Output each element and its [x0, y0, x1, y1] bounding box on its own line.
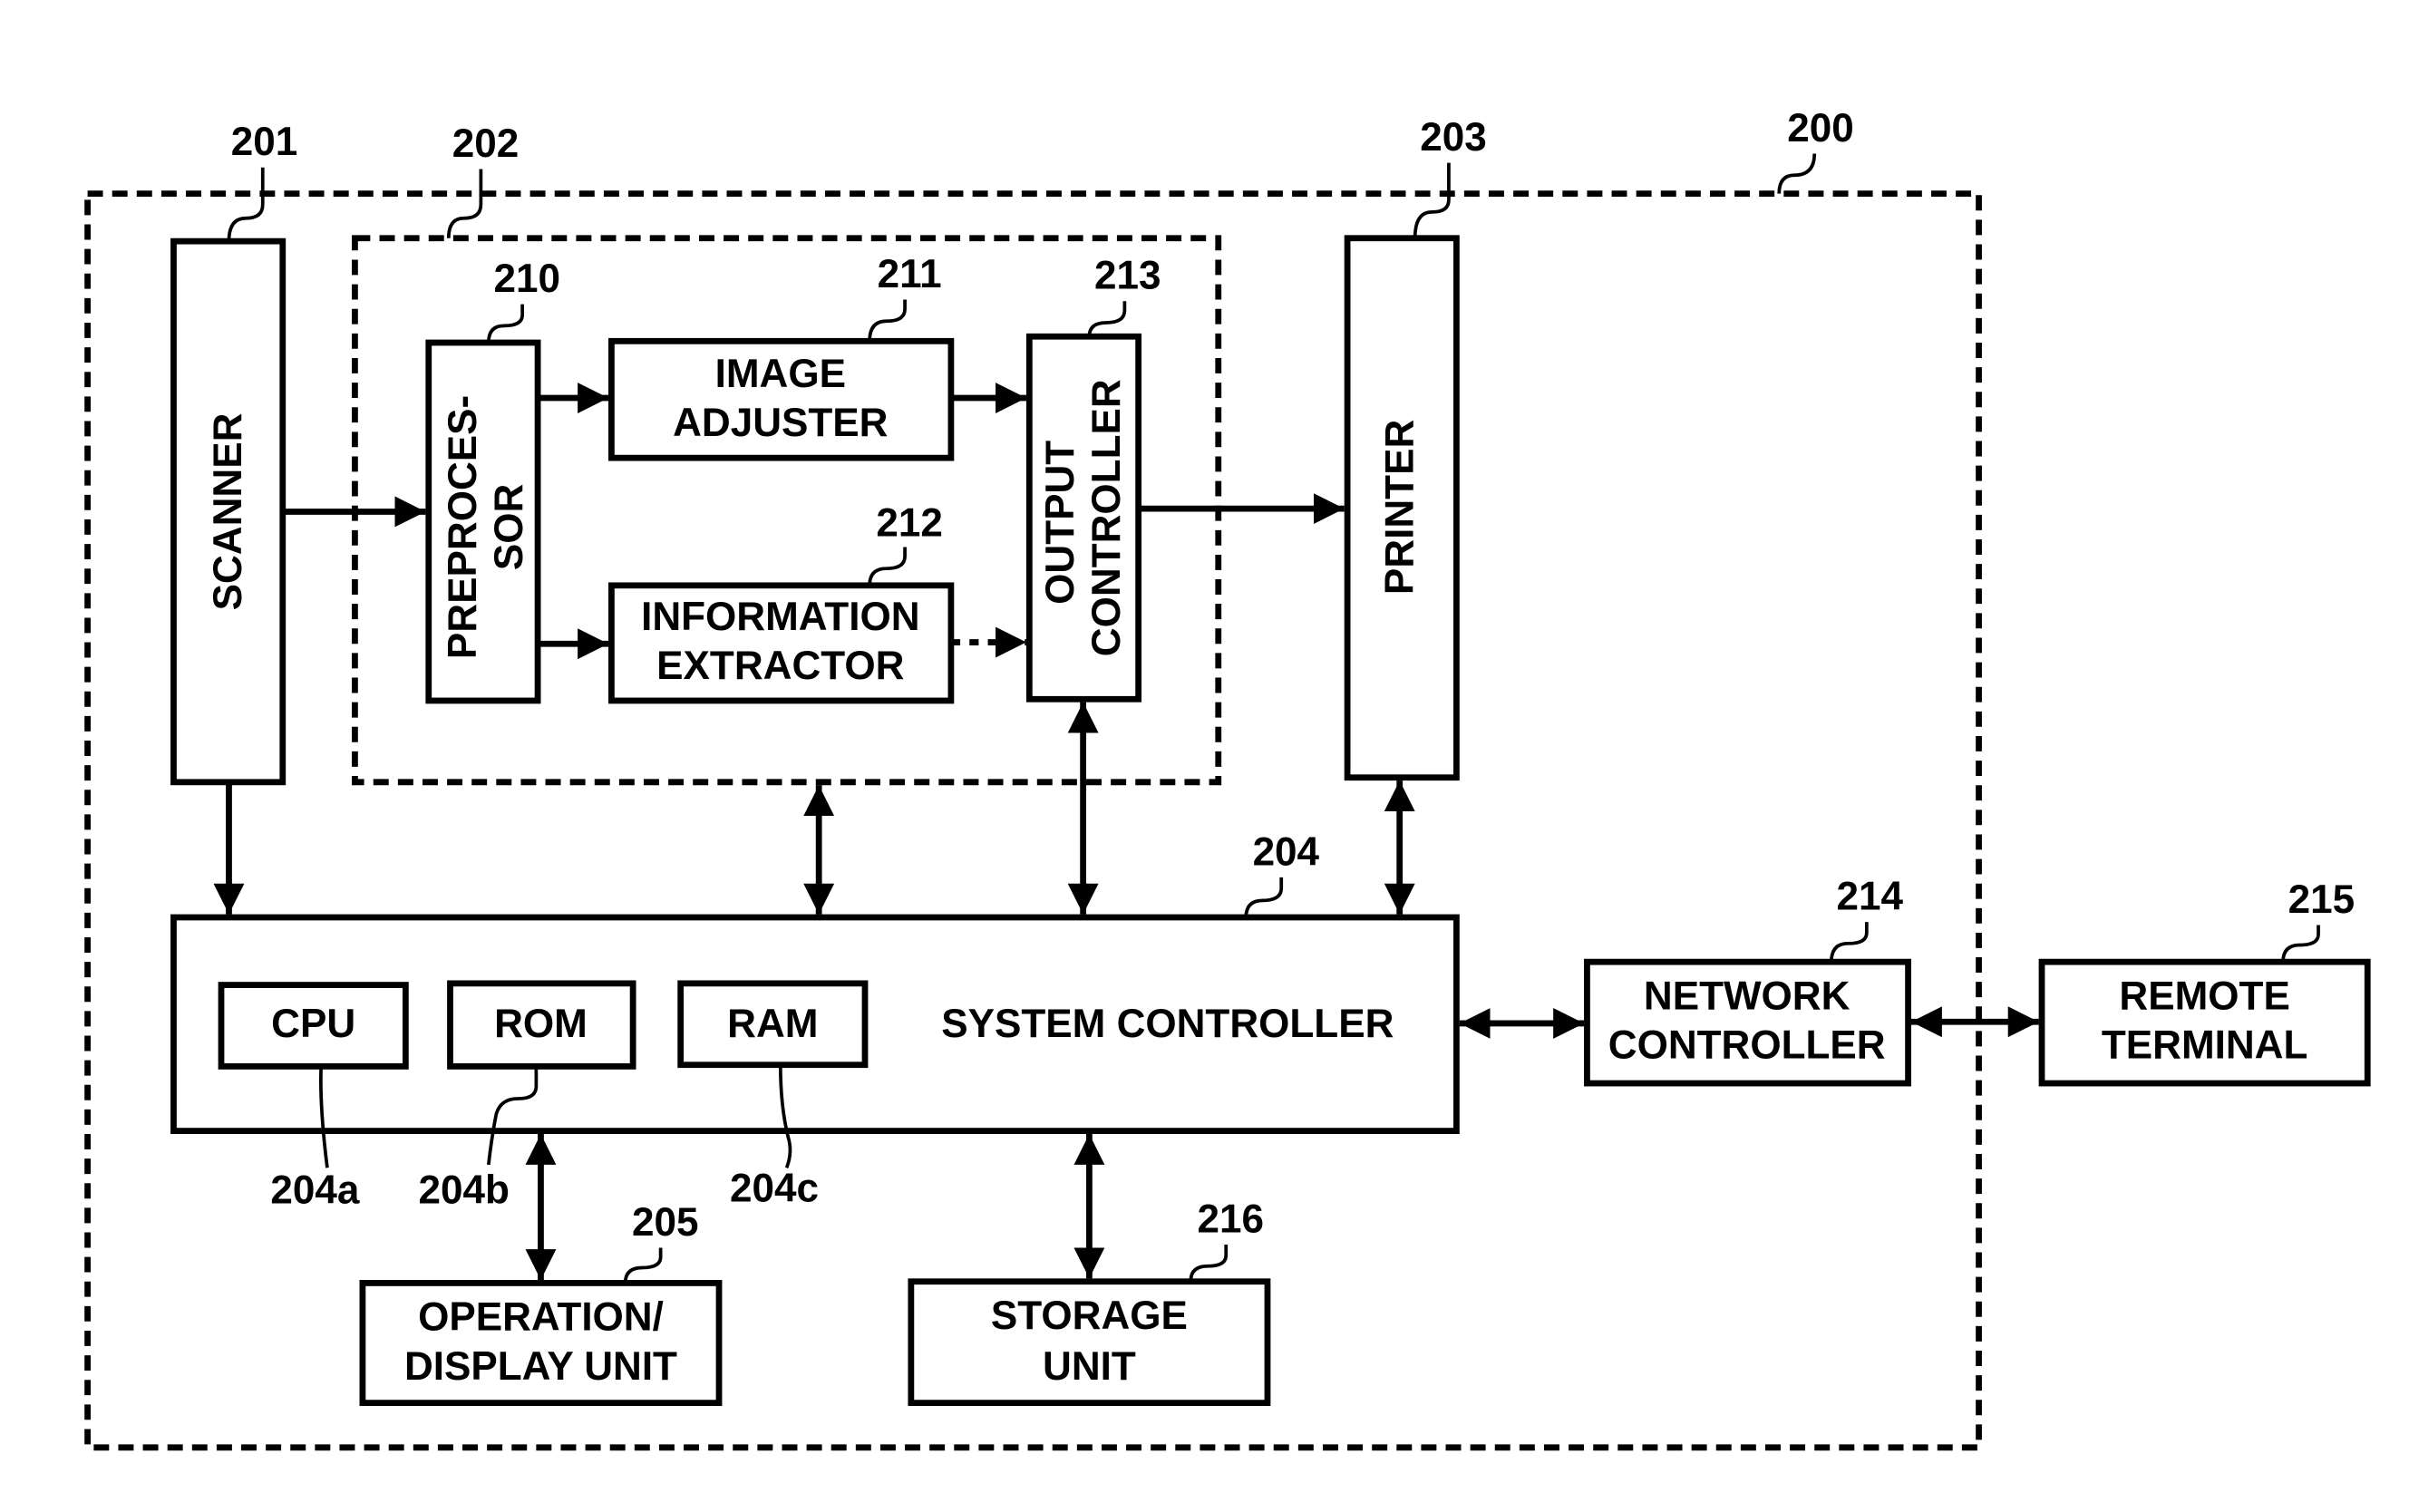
- leader-200: [1777, 153, 1817, 194]
- output-controller-label-line1: OUTPUT: [1038, 441, 1083, 605]
- ref-204c: 204c: [730, 1167, 819, 1211]
- ref-215: 215: [2288, 877, 2355, 922]
- leader-210: [486, 304, 524, 344]
- ref-201: 201: [231, 120, 297, 164]
- ref-211: 211: [878, 252, 942, 296]
- image-adjuster-label-line2: ADJUSTER: [673, 401, 888, 445]
- image-adjuster-label-line1: IMAGE: [715, 352, 846, 396]
- ref-212: 212: [876, 501, 942, 546]
- ref-214: 214: [1836, 875, 1903, 919]
- information-extractor-label-line1: INFORMATION: [641, 595, 919, 639]
- leader-203: [1413, 162, 1451, 238]
- preprocessor-label-line2: SOR: [487, 484, 531, 570]
- block-diagram: 200 202 SCANNER 201 PREPROCES- SOR 210 I…: [84, 106, 2371, 1451]
- leader-215: [2281, 925, 2320, 963]
- ref-213: 213: [1094, 254, 1161, 298]
- leader-202: [446, 169, 483, 238]
- leader-213: [1087, 301, 1127, 337]
- ref-205: 205: [632, 1200, 698, 1245]
- ref-204: 204: [1253, 829, 1320, 874]
- ref-210: 210: [493, 257, 559, 301]
- remote-terminal-label-line1: REMOTE: [2119, 974, 2289, 1018]
- leader-205: [623, 1247, 663, 1284]
- ref-204b: 204b: [419, 1168, 510, 1212]
- ref-216: 216: [1198, 1197, 1264, 1241]
- network-controller-label-line1: NETWORK: [1644, 974, 1850, 1018]
- ref-200: 200: [1787, 106, 1853, 150]
- storage-unit-label-line1: STORAGE: [991, 1294, 1188, 1338]
- printer-label: PRINTER: [1378, 420, 1423, 595]
- storage-unit-label-line2: UNIT: [1043, 1344, 1136, 1389]
- leader-216: [1189, 1245, 1229, 1282]
- leader-201: [227, 167, 265, 242]
- leader-211: [868, 299, 907, 342]
- system-controller-label: SYSTEM CONTROLLER: [941, 1002, 1394, 1046]
- ref-203: 203: [1420, 115, 1486, 160]
- ram-label: RAM: [727, 1002, 818, 1046]
- ref-202: 202: [452, 121, 519, 166]
- operation-display-label-line2: DISPLAY UNIT: [404, 1344, 677, 1389]
- ref-204a: 204a: [270, 1168, 359, 1212]
- remote-terminal-label-line2: TERMINAL: [2102, 1023, 2308, 1068]
- preprocessor-label-line1: PREPROCES-: [441, 395, 485, 659]
- operation-display-label-line1: OPERATION/: [418, 1295, 664, 1340]
- leader-212: [868, 547, 907, 586]
- leader-204: [1244, 877, 1284, 918]
- rom-label: ROM: [494, 1002, 588, 1046]
- network-controller-label-line2: CONTROLLER: [1608, 1023, 1886, 1068]
- cpu-label: CPU: [271, 1002, 355, 1046]
- leader-214: [1829, 922, 1869, 963]
- scanner-label: SCANNER: [206, 413, 250, 611]
- information-extractor-label-line2: EXTRACTOR: [656, 644, 904, 688]
- output-controller-label-line2: CONTROLLER: [1084, 379, 1129, 656]
